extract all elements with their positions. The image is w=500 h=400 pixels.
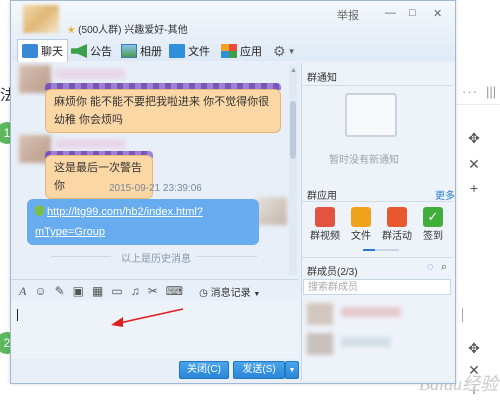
gear-icon: ⚙ — [273, 42, 286, 59]
divider — [301, 201, 453, 202]
app-group-video[interactable]: 群视频 — [308, 207, 342, 242]
report-link[interactable]: 举报 — [337, 7, 359, 23]
apps-pager-active — [363, 249, 375, 251]
scroll-up-icon[interactable]: ▲ — [290, 67, 297, 74]
move-icon[interactable]: ✥ — [466, 130, 482, 147]
app-files[interactable]: 文件 — [344, 207, 378, 242]
minimize-button[interactable]: — — [385, 7, 396, 19]
annotation-arrow — [111, 308, 184, 327]
move-icon[interactable]: ✥ — [466, 340, 482, 357]
divider — [301, 257, 453, 258]
members-title: 群成员(2/3) — [307, 267, 358, 278]
app-group-activity[interactable]: 群活动 — [380, 207, 414, 242]
chat-scrollbar-thumb[interactable] — [290, 101, 296, 159]
chevron-down-icon: ▼ — [288, 367, 296, 374]
chevron-down-icon: ▼ — [253, 290, 261, 298]
notice-empty-text: 暂时没有新通知 — [329, 155, 399, 166]
send-button[interactable]: 发送(S) — [233, 361, 285, 379]
close-button[interactable]: 关闭(C) — [179, 361, 229, 379]
send-options-dropdown[interactable]: ▼ — [285, 361, 299, 379]
member-search-input[interactable]: 搜索群成员 — [303, 279, 451, 295]
member-name — [341, 307, 401, 317]
tab-apps[interactable]: 应用 — [221, 41, 262, 61]
member-avatar[interactable] — [307, 333, 333, 355]
message-history-label: 消息记录 — [210, 287, 251, 299]
maximize-button[interactable]: □ — [409, 7, 416, 19]
settings-dropdown[interactable]: ⚙ ▼ — [273, 41, 295, 61]
checkmark-icon: ✓ — [423, 207, 443, 227]
divider — [301, 85, 453, 86]
folder-icon — [351, 207, 371, 227]
qq-group-chat-window: ✭ (500人群) 兴趣爱好-其他 举报 — □ ✕ 聊天 公告 相册 文件 应… — [10, 0, 456, 384]
background-divider — [455, 104, 500, 105]
plus-icon[interactable]: + — [466, 180, 482, 196]
app-label: 签到 — [423, 231, 443, 242]
flag-icon — [387, 207, 407, 227]
background-bars: ||| — [486, 84, 497, 99]
notice-title: 群通知 — [307, 73, 337, 84]
member-name — [341, 337, 391, 347]
close-window-button[interactable]: ✕ — [433, 7, 442, 20]
tab-apps-label: 应用 — [240, 46, 262, 58]
background-divider-bar — [462, 308, 463, 322]
chat-bubble-icon[interactable]: ◌ — [427, 261, 434, 273]
video-icon — [315, 207, 335, 227]
member-avatar[interactable] — [307, 303, 333, 325]
app-label: 文件 — [351, 231, 371, 242]
search-icon[interactable]: ⌕ — [441, 261, 447, 274]
apps-grid-icon — [221, 44, 237, 58]
chevron-down-icon: ▼ — [287, 46, 296, 56]
chat-scrollbar[interactable] — [289, 65, 297, 275]
notice-board-icon — [345, 93, 397, 137]
close-icon[interactable]: ✕ — [466, 156, 482, 173]
own-avatar[interactable] — [255, 197, 287, 225]
apps-title: 群应用 — [307, 191, 337, 202]
app-label: 群视频 — [310, 231, 340, 242]
app-check-in[interactable]: ✓ 签到 — [416, 207, 450, 242]
app-label: 群活动 — [382, 231, 412, 242]
apps-more-link[interactable]: 更多 — [435, 187, 455, 202]
background-dots: ··· — [462, 84, 478, 99]
